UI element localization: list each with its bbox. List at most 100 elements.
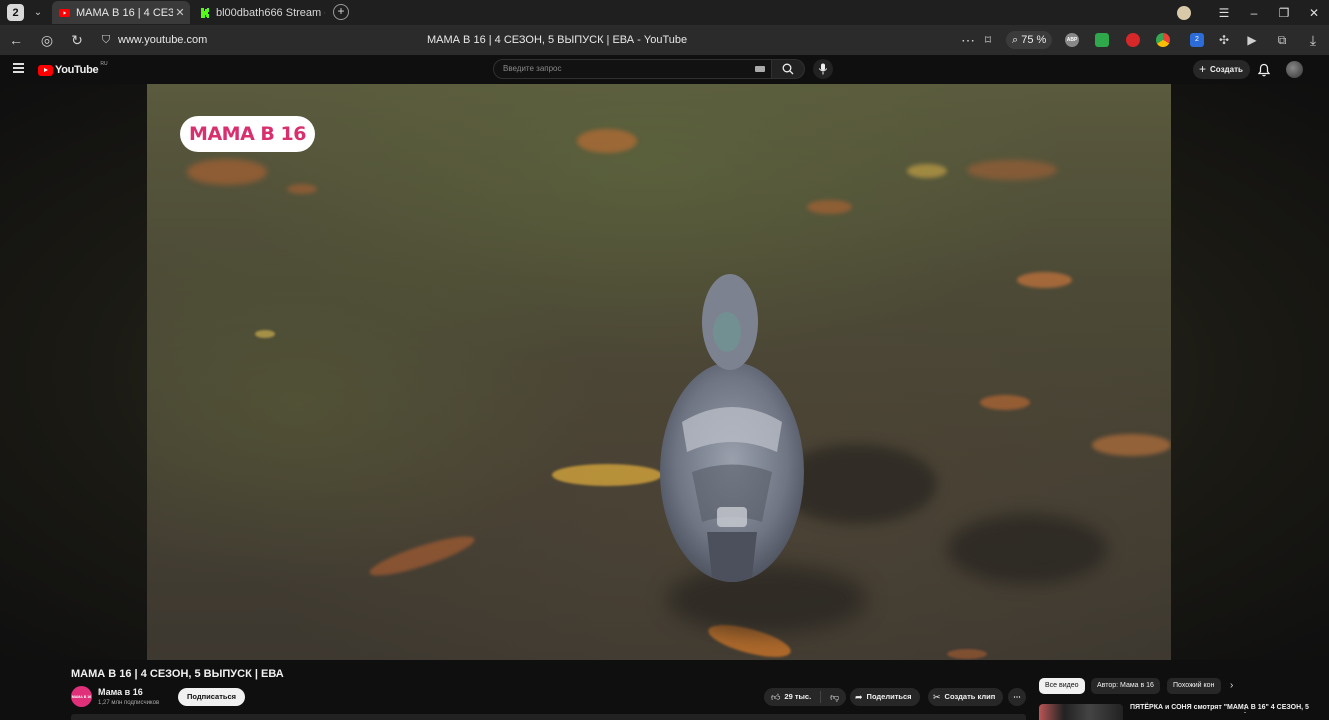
- leaf-decoration: [1092, 434, 1171, 456]
- leaf-decoration: [577, 129, 637, 153]
- browser-tab-strip: 2 ⌄ МАМА В 16 | 4 СЕЗОН ✕ bl00dbath666 S…: [0, 0, 1329, 25]
- kick-favicon-icon: [201, 7, 209, 18]
- bookmark-icon[interactable]: ⌑: [980, 32, 996, 48]
- close-icon[interactable]: ✕: [173, 6, 187, 19]
- create-label: Создать: [1210, 65, 1243, 74]
- leaf-decoration: [807, 200, 852, 214]
- site-security-icon[interactable]: ⛉: [98, 32, 114, 48]
- address-bar: ← ◎ ↻ ⛉ www.youtube.com МАМА В 16 | 4 СЕ…: [0, 25, 1329, 55]
- leaf-decoration: [947, 649, 987, 659]
- leaf-decoration: [552, 464, 662, 486]
- notifications-bell-icon[interactable]: [1257, 63, 1271, 77]
- leaf-decoration: [366, 529, 478, 583]
- leaf-decoration: [255, 330, 275, 338]
- hamburger-menu-icon[interactable]: [13, 63, 24, 74]
- color-extension-icon[interactable]: [1156, 33, 1170, 47]
- url-field[interactable]: www.youtube.com: [118, 34, 207, 46]
- channel-avatar-text: МАМА В 16: [71, 694, 92, 699]
- collections-icon[interactable]: ⧉: [1274, 32, 1290, 48]
- channel-watermark-logo: МАМА В 16: [180, 116, 315, 152]
- new-tab-button[interactable]: +: [333, 4, 349, 20]
- search-button[interactable]: [772, 59, 805, 79]
- scissors-icon: ✂: [933, 692, 941, 702]
- video-player[interactable]: МАМА В 16: [147, 84, 1171, 660]
- like-dislike-group: 👍︎ 29 тыс. 👎︎: [764, 688, 846, 706]
- share-label: Поделиться: [866, 692, 912, 701]
- recommended-video-thumbnail[interactable]: [1039, 704, 1123, 720]
- search-icon: [782, 63, 794, 75]
- search-input[interactable]: Введите запрос: [493, 59, 772, 79]
- account-icon[interactable]: ◎: [39, 32, 55, 48]
- youtube-play-icon: [38, 64, 53, 76]
- thumbs-up-icon: 👍︎: [771, 692, 781, 702]
- download-icon[interactable]: ⤓: [1305, 32, 1321, 48]
- thumbs-down-icon: 👎︎: [830, 692, 840, 702]
- microphone-icon: [818, 63, 828, 75]
- tab-counter[interactable]: 2: [7, 4, 24, 21]
- close-window-icon[interactable]: ✕: [1299, 6, 1329, 20]
- red-extension-icon[interactable]: [1126, 33, 1140, 47]
- youtube-wordmark: YouTube: [55, 64, 99, 76]
- youtube-favicon-icon: [59, 8, 70, 17]
- tab-youtube[interactable]: МАМА В 16 | 4 СЕЗОН ✕: [52, 1, 190, 24]
- search-placeholder: Введите запрос: [503, 64, 562, 73]
- plus-icon: +: [1199, 62, 1207, 76]
- chevron-right-icon[interactable]: ›: [1230, 680, 1233, 691]
- back-arrow-icon[interactable]: ←: [8, 32, 24, 48]
- share-arrow-icon: ➦: [855, 692, 863, 702]
- channel-avatar[interactable]: МАМА В 16: [71, 686, 92, 707]
- leaf-decoration: [187, 159, 267, 185]
- more-actions-button[interactable]: ⋯: [1008, 688, 1026, 706]
- region-code: RU: [100, 61, 108, 67]
- chip-author[interactable]: Автор: Мама в 16: [1091, 678, 1160, 694]
- leaf-decoration: [907, 164, 947, 178]
- vertical-dots-icon[interactable]: ⋮: [1240, 704, 1250, 715]
- restore-icon[interactable]: ❐: [1269, 6, 1299, 20]
- create-button[interactable]: + Создать: [1193, 60, 1250, 79]
- leaf-decoration: [980, 395, 1030, 410]
- user-avatar[interactable]: [1286, 61, 1303, 78]
- profile-icon[interactable]: [1177, 5, 1191, 20]
- menu-icon[interactable]: ☰: [1209, 6, 1239, 20]
- subscribe-button[interactable]: Подписаться: [178, 688, 246, 706]
- window-controls: ☰ – ❐ ✕: [1177, 0, 1329, 25]
- description-box[interactable]: [71, 714, 1026, 720]
- watermark-text: МАМА В 16: [189, 123, 306, 145]
- tab-title: МАМА В 16 | 4 СЕЗОН: [76, 6, 173, 19]
- tab-title: bl00dbath666 Stream - W: [216, 6, 325, 19]
- page-title: МАМА В 16 | 4 СЕЗОН, 5 ВЫПУСК | ЕВА - Yo…: [427, 34, 688, 46]
- youtube-header: YouTube RU Введите запрос + Создать: [0, 55, 1329, 84]
- reload-icon[interactable]: ↻: [69, 32, 85, 48]
- shield-extension-icon[interactable]: [1095, 33, 1109, 47]
- chip-all-videos[interactable]: Все видео: [1039, 678, 1085, 694]
- media-play-icon[interactable]: ▶: [1244, 32, 1260, 48]
- recommended-video-title[interactable]: ПЯТЁРКА и СОНЯ смотрят "МАМА В 16" 4 СЕЗ…: [1130, 704, 1309, 711]
- video-title: МАМА В 16 | 4 СЕЗОН, 5 ВЫПУСК | ЕВА: [71, 668, 284, 680]
- channel-name[interactable]: Мама в 16: [98, 687, 143, 697]
- subscriber-count: 1,27 млн подписчиков: [98, 700, 160, 706]
- leaf-decoration: [287, 184, 317, 194]
- leaf-decoration: [967, 160, 1057, 180]
- voice-search-button[interactable]: [813, 59, 833, 79]
- like-count: 29 тыс.: [784, 692, 812, 701]
- badge-extension-icon[interactable]: 2: [1190, 33, 1204, 47]
- clip-label: Создать клип: [944, 692, 996, 701]
- keyboard-icon[interactable]: [755, 66, 765, 72]
- like-button[interactable]: 👍︎ 29 тыс.: [764, 691, 822, 703]
- adblock-extension-icon[interactable]: ABP: [1065, 33, 1079, 47]
- zoom-indicator[interactable]: ⌕ 75 %: [1006, 31, 1053, 49]
- minimize-icon[interactable]: –: [1239, 6, 1269, 20]
- extensions-puzzle-icon[interactable]: ✣: [1216, 32, 1232, 48]
- share-button[interactable]: ➦ Поделиться: [850, 688, 920, 706]
- tab-kick-stream[interactable]: bl00dbath666 Stream - W: [193, 1, 325, 24]
- zoom-value: 75 %: [1021, 34, 1047, 46]
- create-clip-button[interactable]: ✂ Создать клип: [928, 688, 1004, 706]
- leaf-decoration: [1017, 272, 1072, 288]
- youtube-logo[interactable]: YouTube RU: [38, 61, 108, 76]
- more-dots-icon[interactable]: ⋯: [960, 32, 976, 48]
- dislike-button[interactable]: 👎︎: [821, 688, 843, 706]
- chip-similar[interactable]: Похожий кон: [1167, 678, 1221, 694]
- chevron-down-icon[interactable]: ⌄: [29, 4, 47, 21]
- pigeon-illustration: [660, 274, 804, 582]
- puddle-decoration: [947, 514, 1107, 584]
